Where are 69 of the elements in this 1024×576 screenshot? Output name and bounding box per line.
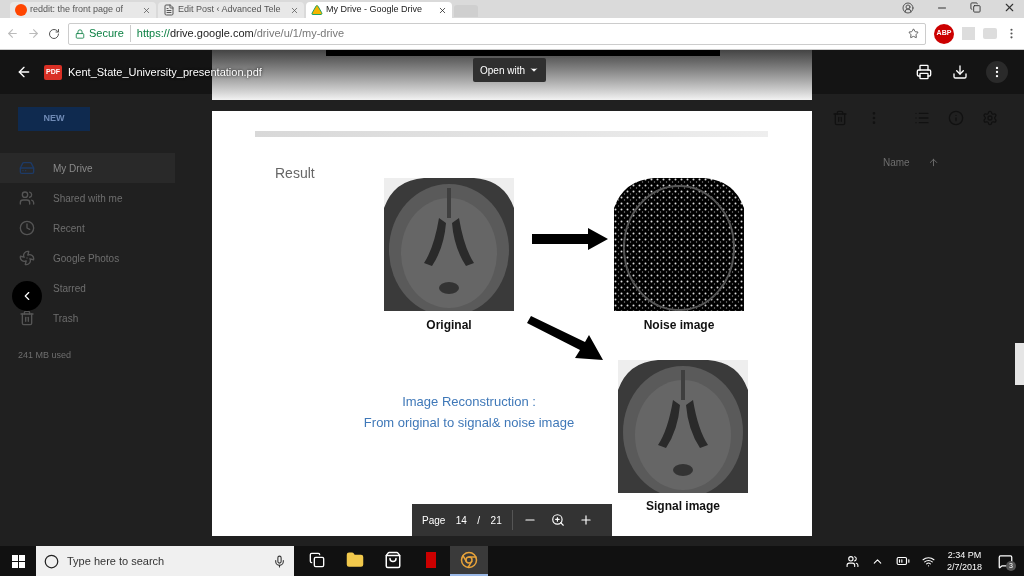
zoom-icon[interactable] (551, 513, 566, 527)
people-icon (19, 190, 35, 206)
page-label: Page (422, 513, 446, 528)
scrollbar (1015, 343, 1024, 385)
time-text: 2:34 PM (947, 549, 982, 561)
page-separator: / (477, 513, 481, 528)
battery-icon[interactable] (895, 554, 910, 568)
browser-tab[interactable]: Edit Post ‹ Advanced Tele (158, 2, 304, 18)
diagonal-arrow-icon (527, 316, 603, 360)
browser-tab[interactable]: reddit: the front page of (10, 2, 156, 18)
sidebar-label: Shared with me (53, 191, 123, 206)
page-icon (163, 4, 175, 16)
search-field[interactable]: Type here to search (36, 546, 294, 576)
page-number-field[interactable]: 14 (451, 512, 472, 528)
storage-text: 241 MB used (17, 349, 73, 362)
clock-icon (19, 220, 35, 236)
n-logo-icon (426, 552, 436, 568)
search-placeholder: Type here to search (67, 553, 166, 569)
date-text: 2/7/2018 (946, 561, 982, 573)
sort-arrow-icon[interactable] (927, 157, 939, 168)
address-field[interactable]: Secure https://drive.google.com/drive/u/1/my-drive (68, 22, 926, 45)
tab-title: Edit Post ‹ Advanced Tele (178, 3, 282, 17)
sidebar-label: Starred (53, 281, 86, 296)
drive-icon (19, 160, 35, 176)
trash-icon (19, 310, 35, 326)
triangle-icon (311, 4, 323, 16)
caret-icon (529, 65, 540, 75)
people-icon[interactable] (845, 554, 859, 568)
chrome-icon (460, 551, 478, 569)
wifi-icon[interactable] (921, 554, 935, 568)
file-name: Kent_State_University_presentation.pdf (68, 65, 262, 80)
alien-icon (15, 4, 27, 16)
task-view-icon (309, 552, 325, 568)
open-with-button[interactable]: Open with (473, 58, 547, 82)
url-text: https://drive.google.com/drive/u/1/my-drive (135, 26, 345, 42)
tab-title: My Drive - Google Drive (326, 3, 424, 17)
new-button[interactable]: NEW (18, 107, 90, 131)
sidebar-item[interactable]: My Drive (0, 153, 175, 183)
slide-caption: From original to signal& noise image (363, 414, 575, 432)
sidebar-label: Recent (53, 221, 85, 236)
close-icon[interactable] (1003, 1, 1016, 14)
folder-icon (346, 551, 364, 569)
reload-icon[interactable] (48, 27, 60, 40)
sidebar-label: Trash (53, 311, 79, 326)
page-total: 21 (489, 513, 503, 528)
zoom-in-icon[interactable] (579, 513, 594, 527)
slide-caption: Image Reconstruction : (402, 393, 536, 411)
tab-title: reddit: the front page of (30, 3, 125, 17)
image-caption: Signal image (645, 498, 721, 515)
restore-icon[interactable] (970, 2, 981, 13)
print-icon[interactable] (916, 64, 932, 80)
browser-tab[interactable]: My Drive - Google Drive (306, 2, 452, 18)
sidebar-label: My Drive (53, 161, 93, 176)
microphone-icon[interactable] (273, 554, 286, 568)
circle-icon (44, 553, 59, 569)
download-icon[interactable] (952, 64, 968, 80)
sidebar-label: Google Photos (53, 251, 120, 266)
clock[interactable]: 2:34 PM 2/7/2018 (946, 549, 982, 573)
lock-icon (75, 28, 85, 39)
shopping-bag-icon (384, 551, 402, 569)
image-caption: Original (425, 317, 473, 334)
security-label: Secure (89, 25, 131, 42)
slide-heading: Result (275, 164, 315, 183)
star-icon[interactable] (908, 28, 919, 39)
right-arrow-icon (532, 228, 608, 250)
profile-icon[interactable] (902, 1, 914, 14)
pinwheel-icon (19, 250, 35, 266)
close-icon[interactable] (438, 5, 447, 15)
image-caption: Noise image (642, 317, 716, 334)
